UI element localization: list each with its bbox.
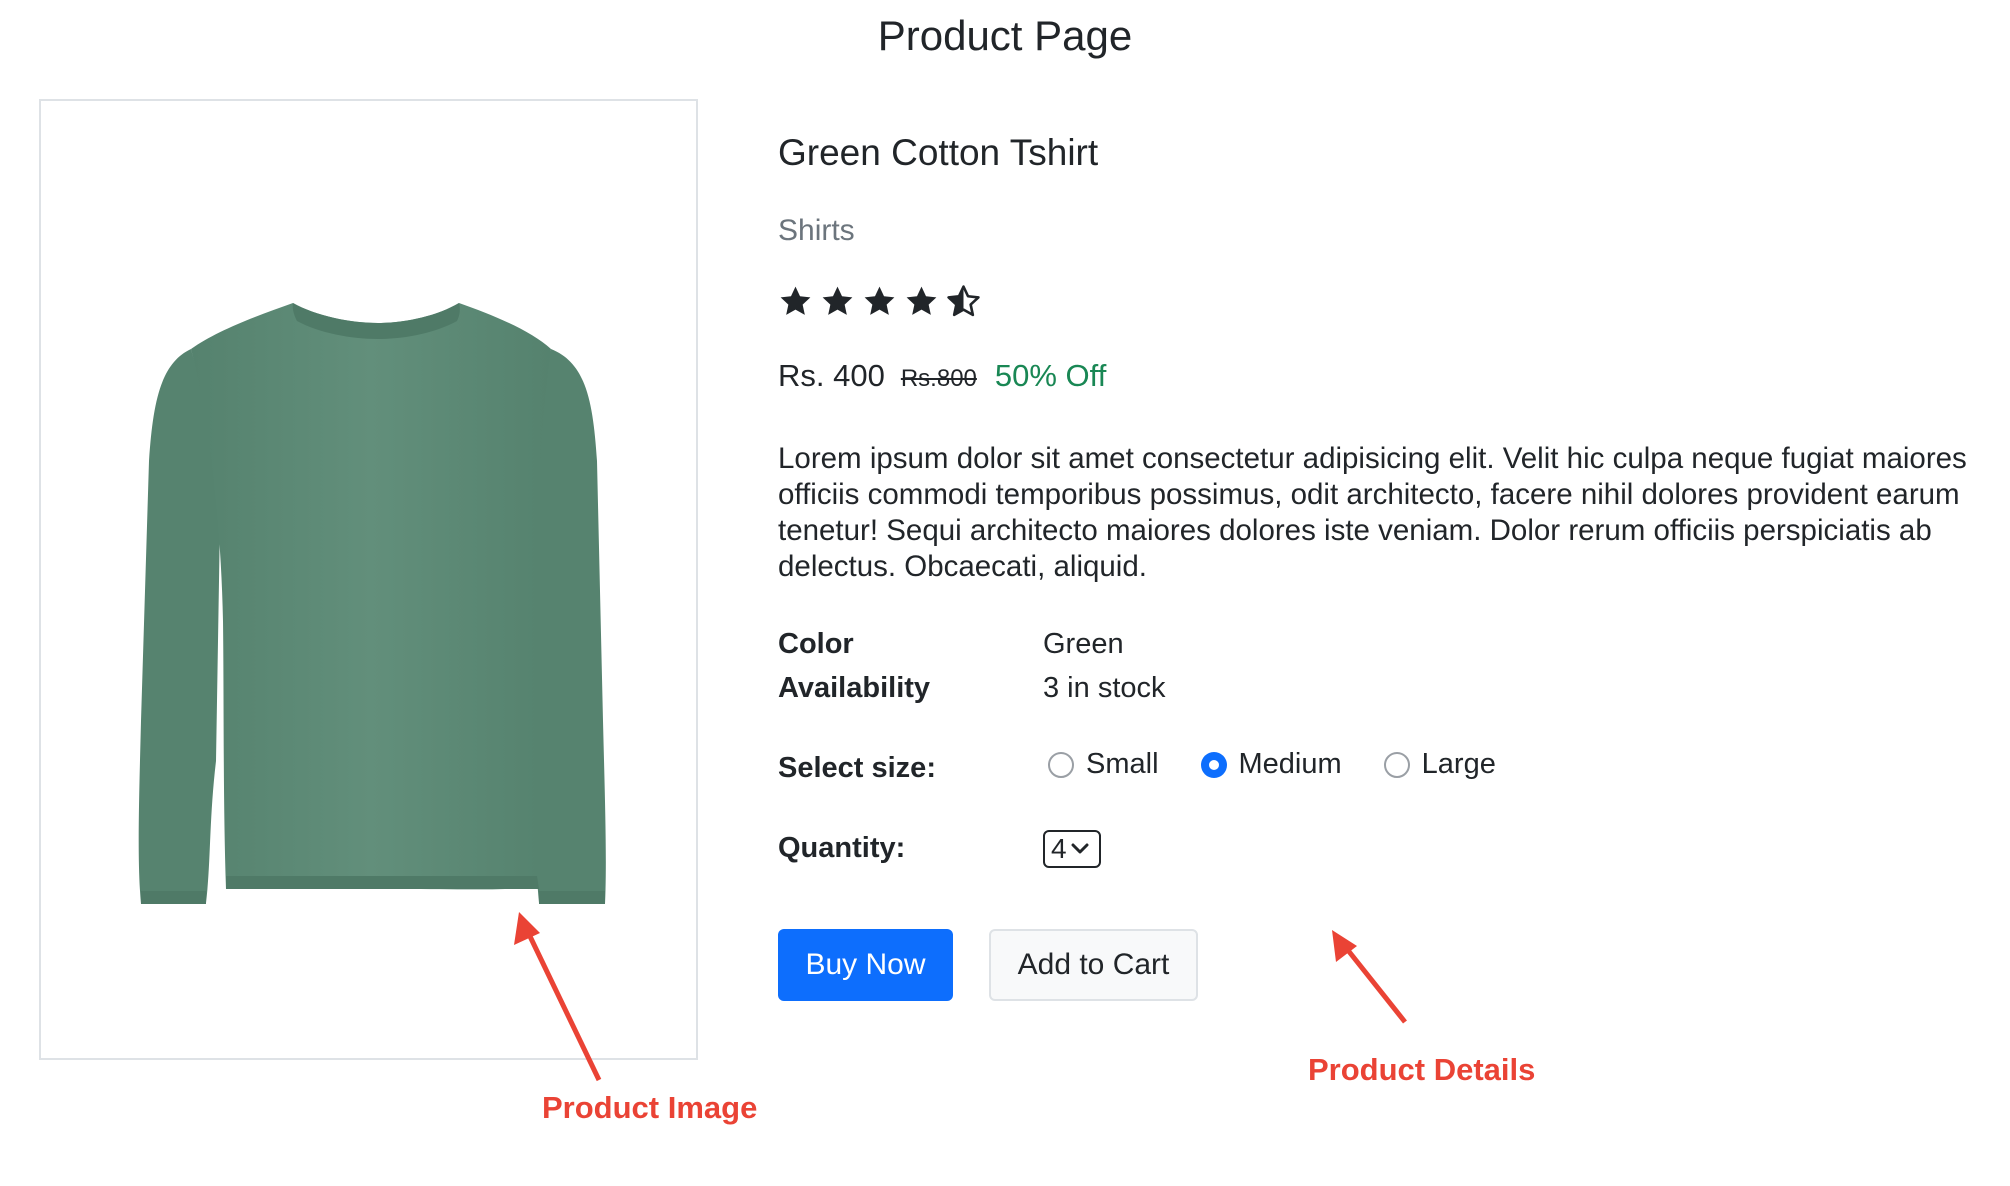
product-name: Green Cotton Tshirt <box>778 132 1099 173</box>
annotation-product-image: Product Image <box>542 1090 758 1125</box>
size-option-small[interactable]: Small <box>1048 748 1159 781</box>
star-half-icon <box>947 285 980 317</box>
radio-large[interactable] <box>1383 751 1410 778</box>
color-value: Green <box>1043 628 1124 660</box>
color-label: Color <box>778 628 854 660</box>
size-option-label: Large <box>1421 748 1496 780</box>
annotation-product-details: Product Details <box>1308 1052 1536 1087</box>
price-current: Rs. 400 <box>778 358 885 393</box>
star-full-icon <box>780 286 811 315</box>
quantity-label: Quantity: <box>778 832 906 864</box>
product-description: Lorem ipsum dolor sit amet consectetur a… <box>778 442 1967 583</box>
arrow-product-details-icon <box>1332 930 1407 1024</box>
product-image-card <box>39 99 698 1060</box>
price-row: Rs. 400 Rs.800 50% Off <box>778 358 1106 394</box>
size-label: Select size: <box>778 752 936 784</box>
size-option-large[interactable]: Large <box>1383 748 1496 781</box>
product-image <box>138 303 606 904</box>
radio-small[interactable] <box>1048 751 1074 778</box>
star-full-icon <box>822 286 853 315</box>
page-title: Product Page <box>877 12 1133 59</box>
product-category: Shirts <box>778 214 855 247</box>
star-full-icon <box>906 286 937 315</box>
star-full-icon <box>864 286 895 315</box>
price-original: Rs.800 <box>900 365 977 392</box>
add-to-cart-button[interactable]: Add to Cart <box>989 929 1198 1001</box>
quantity-select[interactable]: 4 <box>1043 830 1101 868</box>
rating-stars <box>778 284 981 319</box>
size-option-medium[interactable]: Medium <box>1200 748 1342 781</box>
size-option-label: Medium <box>1238 748 1342 780</box>
buy-now-button[interactable]: Buy Now <box>778 929 953 1001</box>
availability-label: Availability <box>778 672 931 704</box>
availability-value: 3 in stock <box>1043 672 1166 704</box>
quantity-value: 4 <box>1051 833 1067 864</box>
chevron-down-icon <box>1071 843 1089 854</box>
size-radio-group: Small Medium Large <box>1048 748 1538 781</box>
size-option-label: Small <box>1086 748 1159 780</box>
radio-medium[interactable] <box>1200 751 1227 778</box>
discount-badge: 50% Off <box>994 358 1107 393</box>
